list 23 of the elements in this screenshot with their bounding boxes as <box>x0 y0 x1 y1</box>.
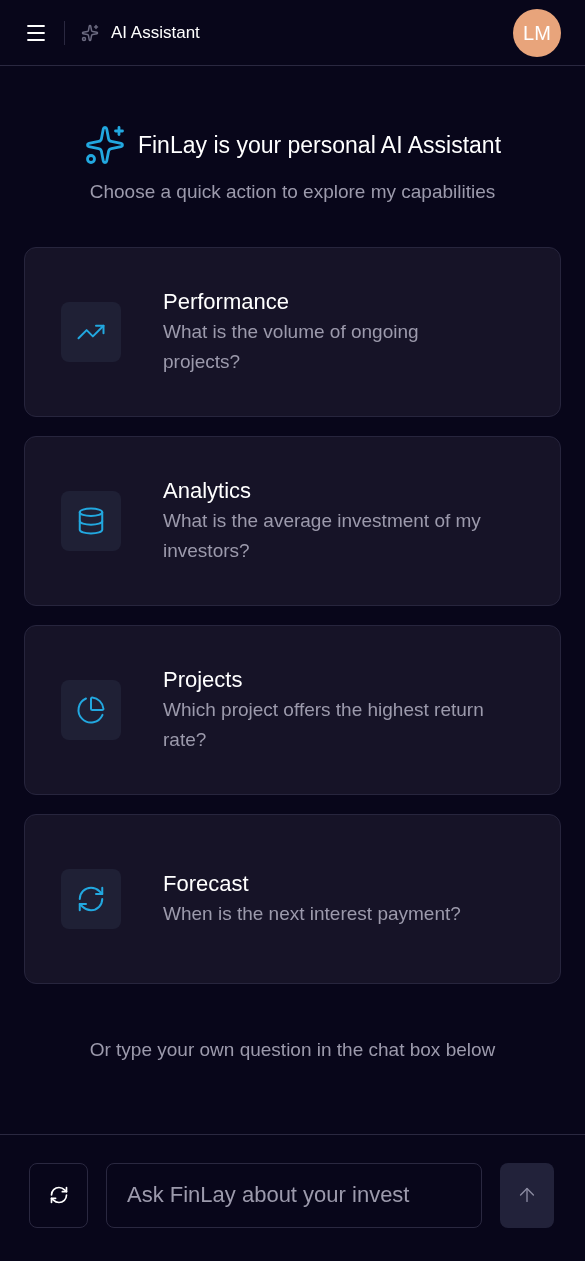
intro-subtitle: Choose a quick action to explore my capabilities <box>88 180 497 204</box>
quick-action-card[interactable]: Forecast When is the next interest payment? <box>24 813 561 984</box>
card-question: What is the average investment of my investors? <box>163 508 482 563</box>
refresh-icon <box>48 1185 69 1205</box>
card-title: Performance <box>163 287 290 316</box>
sparkles-icon <box>83 124 126 166</box>
card-title: Analytics <box>163 476 253 505</box>
page-title: AI Assistant <box>111 21 200 44</box>
card-question: Which project offers the highest return rate? <box>163 697 484 752</box>
card-title: Forecast <box>163 869 250 898</box>
chat-input[interactable]: Ask FinLay about your invest <box>106 1162 482 1228</box>
card-question: What is the volume of ongoing projects? <box>163 319 420 374</box>
quick-action-card[interactable]: Projects Which project offers the highest return rate? <box>24 624 561 795</box>
quick-action-card[interactable]: Performance What is the volume of ongoing projects? <box>24 246 561 417</box>
hint-text: Or type your own question in the chat box below <box>88 1037 497 1062</box>
pie-chart-icon <box>76 694 106 725</box>
database-icon <box>76 505 106 536</box>
intro-title: FinLay is your personal AI Assistant <box>137 130 502 160</box>
card-title: Projects <box>163 665 244 694</box>
refresh-button[interactable] <box>29 1162 88 1228</box>
card-question: When is the next interest payment? <box>163 901 461 926</box>
sparkles-icon <box>81 23 99 42</box>
quick-action-card[interactable]: Analytics What is the average investment of my investors? <box>24 435 561 606</box>
